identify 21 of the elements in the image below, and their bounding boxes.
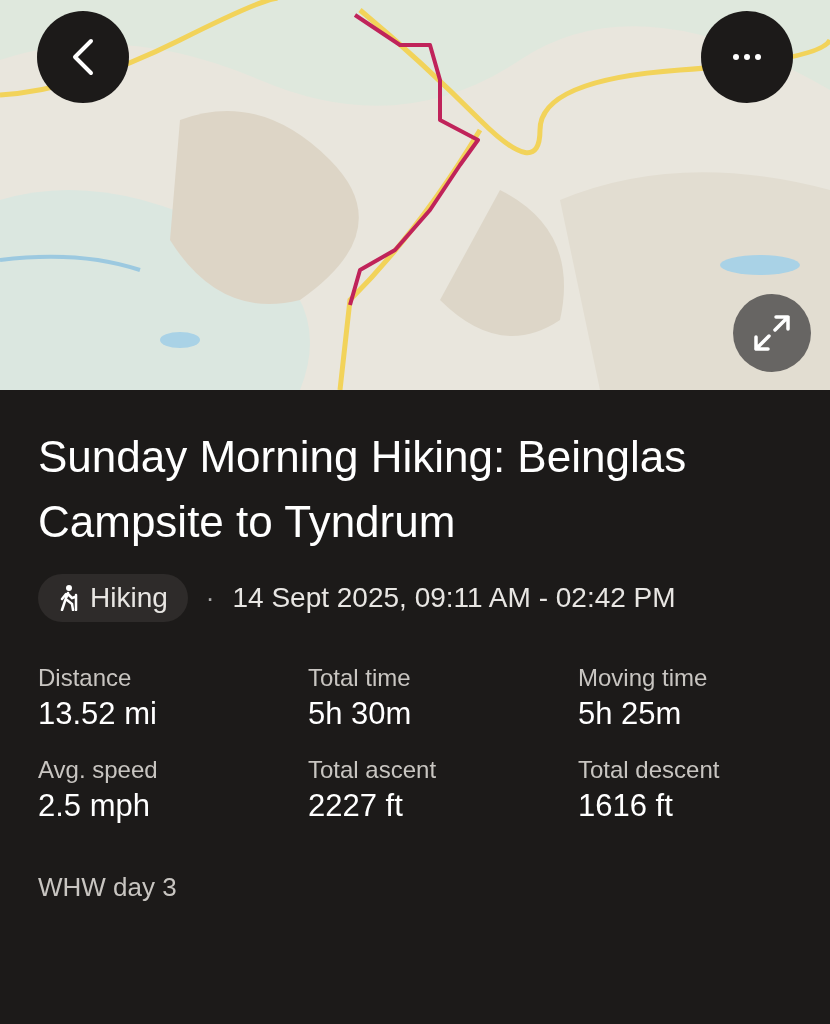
more-icon [733, 54, 761, 60]
activity-note: WHW day 3 [38, 871, 178, 904]
stat-label: Distance [38, 663, 133, 693]
stat-label: Total time [308, 663, 412, 693]
stat-label: Avg. speed [38, 755, 159, 785]
back-icon [72, 38, 94, 76]
stat-label: Moving time [578, 663, 709, 693]
stat-value: 1616 ft [578, 787, 674, 825]
date-range: 14 Sept 2025, 09:11 AM - 02:42 PM [232, 581, 676, 615]
stat-value: 5h 30m [308, 695, 413, 733]
stat-value: 2227 ft [308, 787, 404, 825]
stat-label: Total ascent [308, 755, 438, 785]
activity-type-chip: Hiking [38, 574, 188, 622]
stat-value: 5h 25m [578, 695, 683, 733]
activity-title: Sunday Morning Hiking: Beinglas Campsite to Tyndrum [38, 431, 688, 548]
separator: · [205, 581, 215, 615]
expand-icon [752, 313, 792, 353]
hiker-icon [58, 585, 80, 611]
stat-label: Total descent [578, 755, 721, 785]
stat-value: 2.5 mph [38, 787, 151, 825]
stat-value: 13.52 mi [38, 695, 158, 733]
